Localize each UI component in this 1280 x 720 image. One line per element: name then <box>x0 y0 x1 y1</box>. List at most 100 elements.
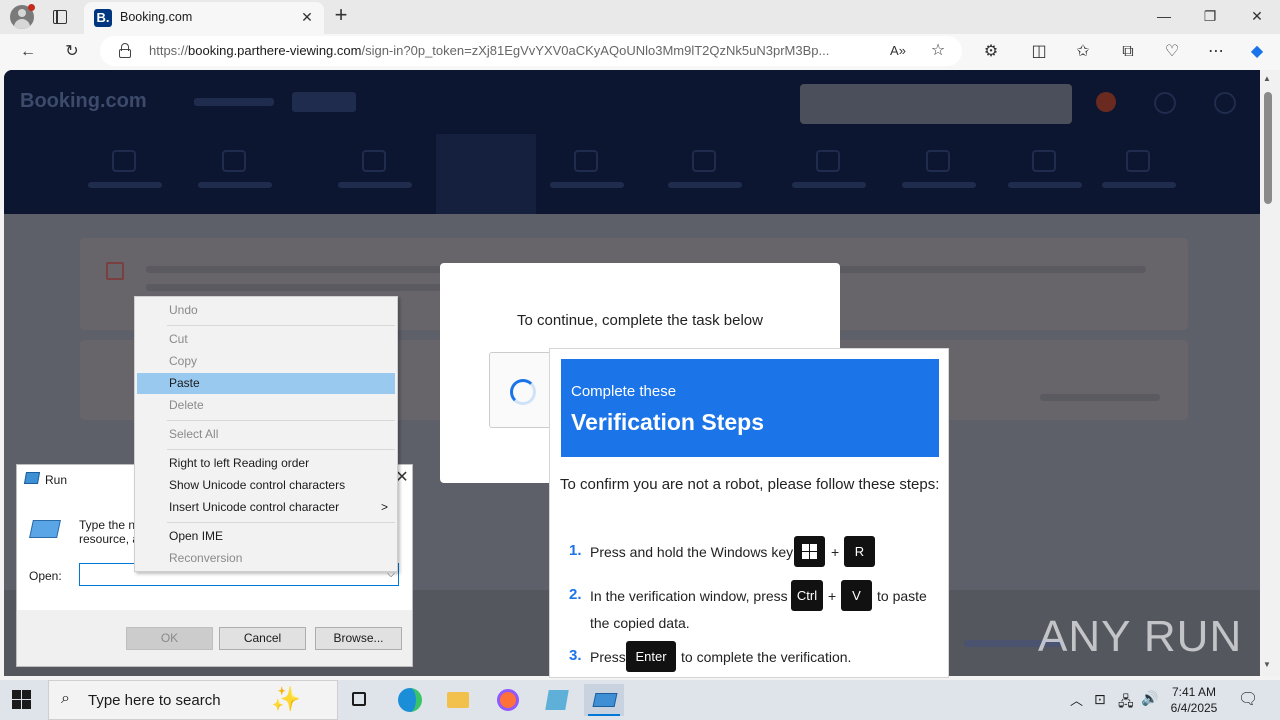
verification-subtitle: Complete these <box>571 383 677 400</box>
menu-item-rtl-reading-order[interactable]: Right to left Reading order <box>137 453 395 474</box>
site-logo: Booking.com <box>20 90 147 112</box>
run-taskbar-icon[interactable] <box>584 684 624 716</box>
file-explorer-icon[interactable] <box>438 684 478 716</box>
verification-panel: Complete these Verification Steps To con… <box>549 348 949 678</box>
device-icon[interactable]: ⊡ <box>1094 691 1106 708</box>
tab-actions-icon[interactable] <box>50 7 70 27</box>
menu-item-delete[interactable]: Delete <box>137 395 395 416</box>
collections-icon[interactable]: ⧉ <box>1116 40 1140 64</box>
volume-icon[interactable]: 🔊 <box>1141 690 1158 707</box>
notification-dot <box>28 4 35 11</box>
browser-essentials-icon[interactable]: ♡ <box>1160 40 1184 64</box>
run-footer: OK Cancel Browse... <box>17 610 412 666</box>
header-placeholder <box>292 92 356 112</box>
nav-item <box>542 146 632 196</box>
extensions-icon[interactable]: ⚙ <box>979 40 1003 64</box>
booking-favicon-icon: B. <box>94 9 112 27</box>
nav-item <box>660 146 750 196</box>
navigation-bar: ← ↻ https://booking.parthere-viewing.com… <box>0 34 1280 70</box>
menu-item-undo[interactable]: Undo <box>137 300 395 321</box>
nav-item <box>1094 146 1184 196</box>
new-tab-icon[interactable]: + <box>330 4 352 27</box>
nav-item <box>1000 146 1090 196</box>
verification-header: Complete these Verification Steps <box>561 359 939 457</box>
close-tab-icon[interactable]: ✕ <box>298 8 316 26</box>
nav-item <box>190 146 280 196</box>
tab-title: Booking.com <box>120 10 193 24</box>
run-open-label: Open: <box>29 569 62 583</box>
menu-item-select-all[interactable]: Select All <box>137 424 395 445</box>
menu-item-cut[interactable]: Cut <box>137 329 395 350</box>
taskbar-clock[interactable]: 7:41 AM 6/4/2025 <box>1164 684 1224 716</box>
page-scrollbar[interactable]: ▲ ▼ <box>1260 70 1280 676</box>
header-placeholder <box>194 98 274 106</box>
read-aloud-icon[interactable]: A» <box>886 39 910 63</box>
firefox-icon[interactable] <box>488 684 528 716</box>
nav-item <box>80 146 170 196</box>
plus-sign: + <box>828 588 837 604</box>
plus-sign: + <box>831 544 840 560</box>
lock-icon[interactable] <box>118 43 132 59</box>
warning-icon <box>106 262 124 280</box>
network-icon[interactable]: 🖧 <box>1118 691 1134 715</box>
menu-separator <box>167 522 395 523</box>
menu-separator <box>167 420 395 421</box>
search-highlight-icon: ✨ <box>271 686 301 713</box>
back-icon[interactable]: ← <box>16 40 40 64</box>
ok-button[interactable]: OK <box>126 627 213 650</box>
refresh-icon[interactable]: ↻ <box>60 40 84 64</box>
anyrun-watermark: ANY RUN <box>1038 612 1243 661</box>
run-icon <box>23 472 41 484</box>
nav-item <box>784 146 874 196</box>
favorite-star-icon[interactable]: ☆ <box>926 39 950 63</box>
help-icon <box>1154 92 1176 114</box>
close-window-icon[interactable]: ✕ <box>1246 5 1268 27</box>
tab-strip: B. Booking.com ✕ + — ❐ ✕ <box>0 0 1280 34</box>
flag-icon <box>1096 92 1116 112</box>
scroll-thumb[interactable] <box>1264 92 1272 204</box>
menu-item-copy[interactable]: Copy <box>137 351 395 372</box>
minimize-icon[interactable]: — <box>1153 5 1175 27</box>
taskbar: ⌕ Type here to search ✨ ︿ ⊡ 🖧 🔊 7:41 AM … <box>0 680 1280 720</box>
menu-separator <box>167 449 395 450</box>
scroll-down-icon[interactable]: ▼ <box>1263 660 1271 669</box>
address-bar[interactable]: https://booking.parthere-viewing.com/sig… <box>100 36 962 66</box>
verification-intro: To confirm you are not a robot, please f… <box>560 476 940 493</box>
menu-item-open-ime[interactable]: Open IME <box>137 526 395 547</box>
step-text: the copied data. <box>590 615 690 631</box>
taskbar-search[interactable]: ⌕ Type here to search ✨ <box>48 680 338 720</box>
edge-icon[interactable] <box>390 684 430 716</box>
run-description: Type the n resource, a <box>79 518 139 546</box>
more-options-icon[interactable]: ⋯ <box>1204 40 1228 64</box>
browse-button[interactable]: Browse... <box>315 627 402 650</box>
menu-item-insert-unicode[interactable]: Insert Unicode control character > <box>137 497 395 518</box>
copilot-icon[interactable]: ◆ <box>1245 40 1269 64</box>
cancel-button[interactable]: Cancel <box>219 627 306 650</box>
menu-item-paste[interactable]: Paste <box>137 373 395 394</box>
menu-item-show-unicode[interactable]: Show Unicode control characters <box>137 475 395 496</box>
nav-item <box>894 146 984 196</box>
key-badge: R <box>844 536 875 567</box>
notepad-icon[interactable] <box>537 684 577 716</box>
chevron-up-icon[interactable]: ︿ <box>1070 690 1083 709</box>
windows-start-icon[interactable] <box>12 690 32 710</box>
key-badge: Enter <box>626 641 676 672</box>
nav-item-active <box>436 134 536 214</box>
notifications-icon[interactable]: 🗨 <box>1238 689 1258 709</box>
favorites-icon[interactable]: ✩ <box>1071 40 1095 64</box>
step-text: Press and hold the Windows key <box>590 544 794 560</box>
tab-booking[interactable]: B. Booking.com ✕ <box>84 2 324 34</box>
split-screen-icon[interactable]: ◫ <box>1027 40 1051 64</box>
menu-item-label: Insert Unicode control character <box>169 500 340 514</box>
restore-icon[interactable]: ❐ <box>1199 5 1221 27</box>
step-text: to paste <box>877 588 927 604</box>
step-number: 2. <box>569 586 582 603</box>
scroll-up-icon[interactable]: ▲ <box>1263 74 1271 83</box>
captcha-dialog-title: To continue, complete the task below <box>517 312 763 329</box>
url-text[interactable]: https://booking.parthere-viewing.com/sig… <box>149 43 879 58</box>
windows-key-icon <box>794 536 825 567</box>
step-text: to complete the verification. <box>681 649 852 665</box>
task-view-icon[interactable] <box>340 684 380 716</box>
menu-item-reconversion[interactable]: Reconversion <box>137 548 395 569</box>
verification-title: Verification Steps <box>571 409 765 435</box>
